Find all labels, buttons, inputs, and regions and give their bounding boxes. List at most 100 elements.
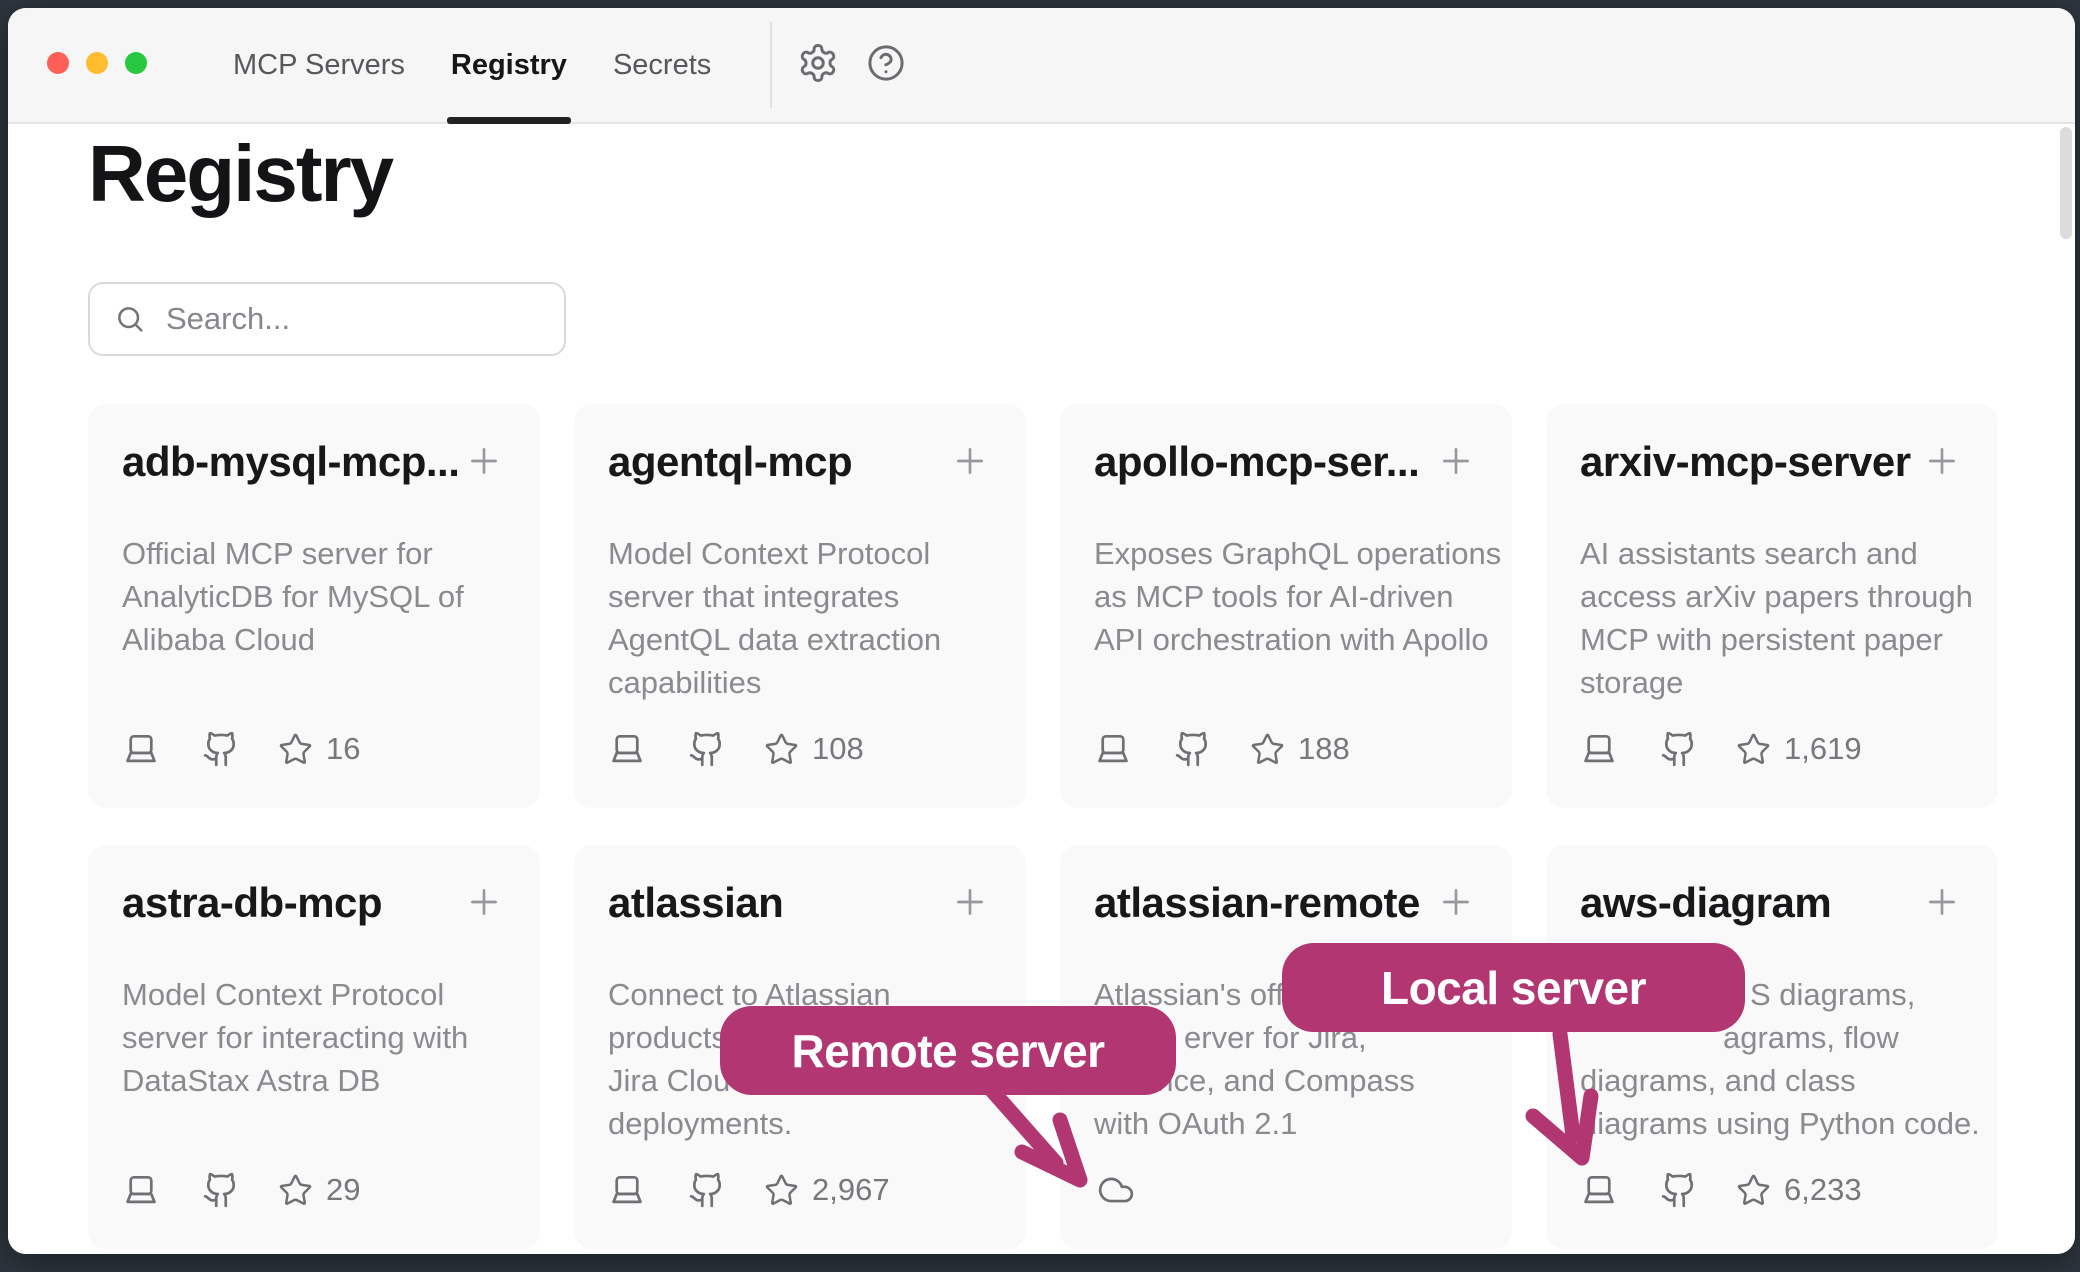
star-count-group: 1,619 (1736, 731, 1862, 767)
server-description-line: deployments. (608, 1102, 992, 1145)
server-description-line: AnalyticDB for MySQL of (122, 575, 506, 618)
server-description: Model Context Protocolserver for interac… (122, 973, 506, 1102)
star-count: 188 (1298, 731, 1350, 767)
add-server-button[interactable] (1920, 881, 1964, 925)
server-card-footer: 108 (608, 730, 992, 768)
star-count-group: 29 (278, 1172, 360, 1208)
add-server-button[interactable] (948, 881, 992, 925)
cloud-icon (1094, 1171, 1138, 1209)
server-description-line: access arXiv papers through (1580, 575, 1964, 618)
server-name: agentql-mcp (608, 438, 852, 486)
server-description-line: diagrams using Python code. (1580, 1102, 1964, 1145)
tab-secrets[interactable]: Secrets (613, 8, 711, 122)
settings-button[interactable] (794, 40, 842, 88)
server-description-line: AgentQL data extraction (608, 618, 992, 661)
star-count: 6,233 (1784, 1172, 1862, 1208)
search-icon (114, 303, 146, 335)
server-description: Official MCP server forAnalyticDB for My… (122, 532, 506, 661)
add-server-button[interactable] (1434, 881, 1478, 925)
server-card: apollo-mcp-ser... Exposes GraphQL operati… (1060, 404, 1512, 808)
star-icon (1736, 1173, 1771, 1208)
zoom-button[interactable] (125, 52, 147, 74)
star-count: 29 (326, 1172, 360, 1208)
github-icon (202, 1171, 240, 1209)
server-card: agentql-mcp Model Context Protocolserver … (574, 404, 1026, 808)
plus-icon (1436, 882, 1476, 922)
server-description-line: Exposes GraphQL operations (1094, 532, 1478, 575)
add-server-button[interactable] (1434, 440, 1478, 484)
search-box (88, 282, 566, 356)
server-description-line: MCP with persistent paper (1580, 618, 1964, 661)
minimize-button[interactable] (86, 52, 108, 74)
server-description-line: agrams, flow (1723, 1016, 1964, 1059)
server-name: arxiv-mcp-server (1580, 438, 1911, 486)
tab-registry[interactable]: Registry (451, 8, 567, 122)
tab-mcp-servers[interactable]: MCP Servers (233, 8, 405, 122)
plus-icon (464, 882, 504, 922)
github-icon (1660, 730, 1698, 768)
star-count: 1,619 (1784, 731, 1862, 767)
server-description: S diagrams,agrams, flowdiagrams, and cla… (1580, 973, 1964, 1145)
server-card-header: astra-db-mcp (122, 879, 506, 927)
search-input[interactable] (164, 300, 567, 338)
plus-icon (1922, 882, 1962, 922)
server-card: atlassian Connect to AtlassianproductsJir… (574, 845, 1026, 1249)
server-card-footer: 1,619 (1580, 730, 1964, 768)
server-description: Atlassian's offierver for Jira,ence, and… (1094, 973, 1478, 1145)
star-icon (1736, 732, 1771, 767)
server-card: arxiv-mcp-server AI assistants search and… (1546, 404, 1998, 808)
add-server-button[interactable] (462, 440, 506, 484)
server-description-line: Jira Clou (608, 1059, 992, 1102)
server-description: Connect to AtlassianproductsJira Cloudep… (608, 973, 992, 1145)
server-description-line: Connect to Atlassian (608, 973, 992, 1016)
scrollbar-thumb[interactable] (2060, 127, 2072, 239)
star-count-group: 108 (764, 731, 864, 767)
laptop-icon (122, 1171, 160, 1209)
header-divider (770, 22, 772, 108)
close-button[interactable] (47, 52, 69, 74)
laptop-icon (122, 730, 160, 768)
server-description-line: ence, and Compass (1139, 1059, 1478, 1102)
add-server-button[interactable] (1920, 440, 1964, 484)
github-icon (202, 730, 240, 768)
star-count: 2,967 (812, 1172, 890, 1208)
star-count-group: 16 (278, 731, 360, 767)
server-name: adb-mysql-mcp... (122, 438, 459, 486)
server-name: atlassian (608, 879, 783, 927)
server-description-line: products (608, 1016, 992, 1059)
server-card-footer: 2,967 (608, 1171, 992, 1209)
server-description-line: DataStax Astra DB (122, 1059, 506, 1102)
server-description-line: as MCP tools for AI-driven (1094, 575, 1478, 618)
server-name: apollo-mcp-ser... (1094, 438, 1419, 486)
server-description-line: Official MCP server for (122, 532, 506, 575)
server-card: atlassian-remoteAtlassian's offierver fo… (1060, 845, 1512, 1249)
page-title: Registry (88, 132, 392, 216)
help-button[interactable] (862, 40, 910, 88)
server-card: aws-diagram S diagrams,agrams, flowdiagra… (1546, 845, 1998, 1249)
content-area: Registry adb-mysql-mcp... Official MCP se… (8, 124, 2075, 1254)
server-description: AI assistants search andaccess arXiv pap… (1580, 532, 1964, 704)
server-description-line: server that integrates (608, 575, 992, 618)
server-description-line: Model Context Protocol (122, 973, 506, 1016)
github-icon (688, 730, 726, 768)
plus-icon (1436, 441, 1476, 481)
plus-icon (464, 441, 504, 481)
server-description-line: capabilities (608, 661, 992, 704)
settings-icon (797, 42, 839, 87)
add-server-button[interactable] (462, 881, 506, 925)
server-description-line: with OAuth 2.1 (1094, 1102, 1478, 1145)
star-icon (1250, 732, 1285, 767)
star-icon (764, 1173, 799, 1208)
server-description-line: Model Context Protocol (608, 532, 992, 575)
laptop-icon (608, 1171, 646, 1209)
server-grid: adb-mysql-mcp...Official MCP server forA… (88, 404, 1998, 1249)
server-card-header: aws-diagram (1580, 879, 1964, 927)
app-window: MCP Servers Registry Secrets Registry (8, 8, 2075, 1254)
server-name: astra-db-mcp (122, 879, 382, 927)
laptop-icon (1580, 730, 1618, 768)
server-card-footer (1094, 1171, 1478, 1209)
server-card-header: apollo-mcp-ser... (1094, 438, 1478, 486)
server-description: Exposes GraphQL operationsas MCP tools f… (1094, 532, 1478, 661)
laptop-icon (1580, 1171, 1618, 1209)
add-server-button[interactable] (948, 440, 992, 484)
